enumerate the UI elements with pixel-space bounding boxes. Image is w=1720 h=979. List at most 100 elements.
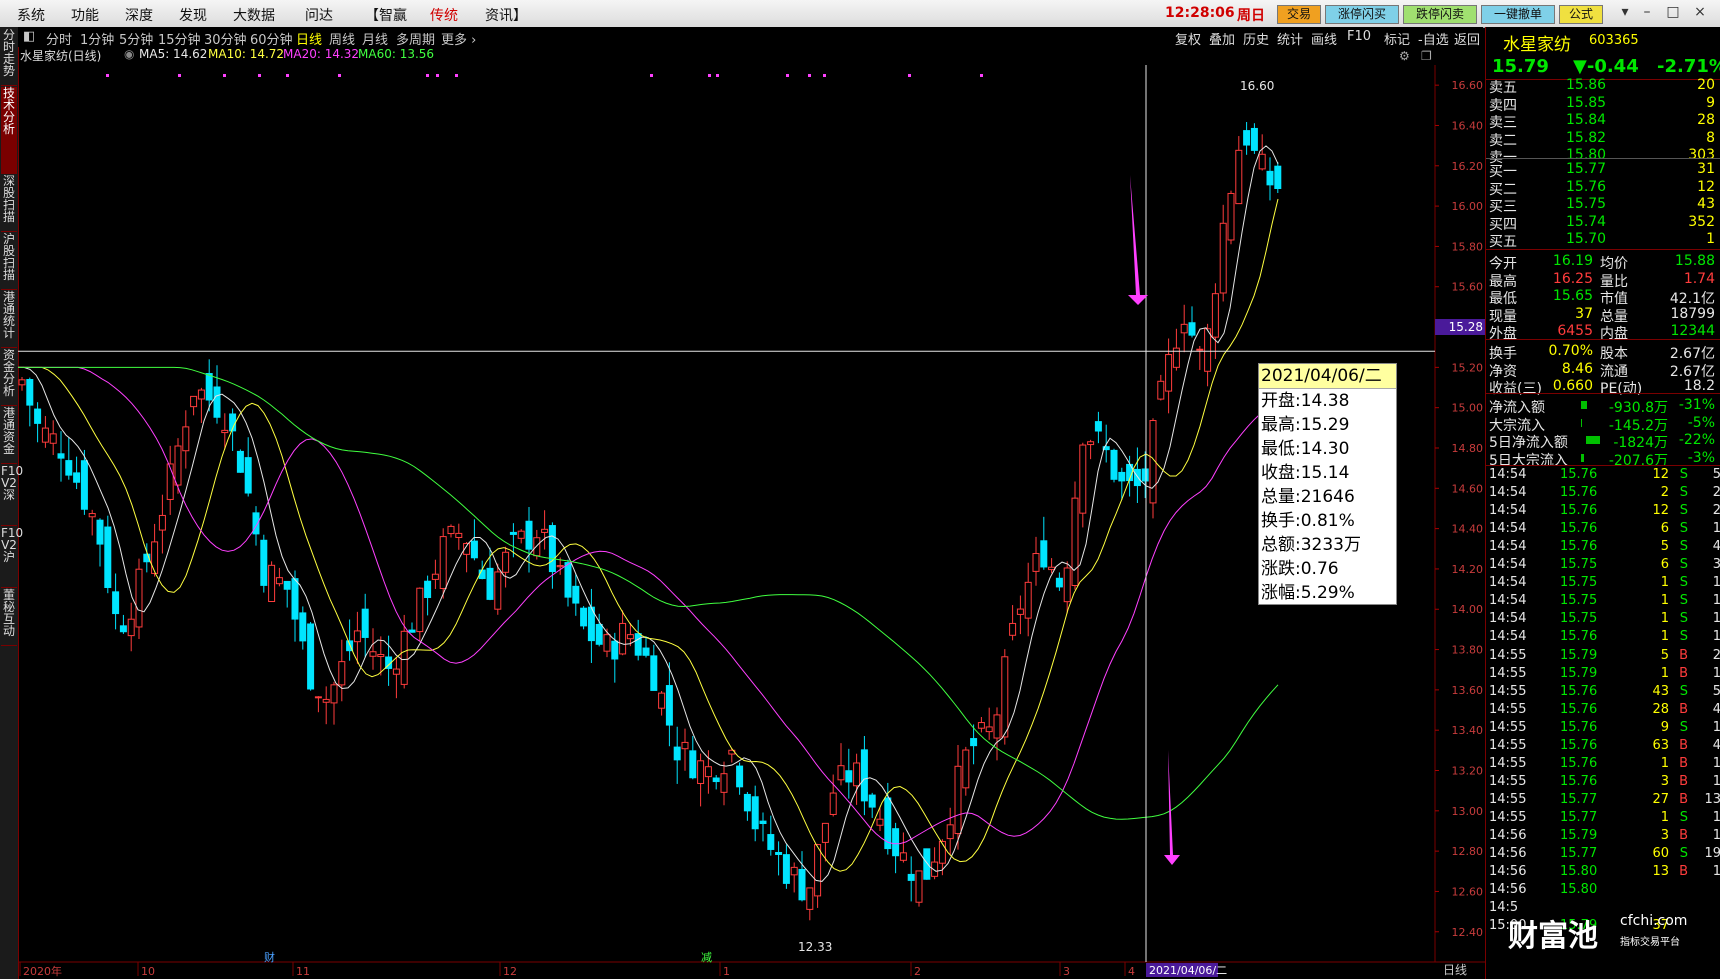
tick-row: 14:56 15.80 bbox=[1489, 882, 1720, 900]
candle-body bbox=[619, 622, 627, 655]
tick-volume: 6 bbox=[1660, 521, 1669, 537]
menu-traditional[interactable]: 传统 bbox=[430, 5, 458, 25]
y-tick-label: 16.00 bbox=[1452, 200, 1484, 213]
tick-side: S bbox=[1679, 629, 1688, 645]
tick-side: B bbox=[1679, 665, 1688, 681]
tick-volume: 9 bbox=[1660, 719, 1669, 735]
chart-title: 水星家纺(日线) bbox=[20, 49, 102, 63]
tool-overlay[interactable]: 叠加 bbox=[1209, 29, 1235, 48]
period-daily[interactable]: 日线 bbox=[296, 29, 322, 48]
candle-body bbox=[1032, 553, 1040, 572]
period-multi[interactable]: 多周期 bbox=[396, 29, 435, 48]
tick-row: 14:55 15.77 1 S 1 bbox=[1489, 810, 1720, 828]
signal-dot bbox=[908, 74, 911, 77]
trade-button[interactable]: 交易 bbox=[1277, 5, 1321, 24]
tool-watchlist[interactable]: -自选 bbox=[1418, 29, 1449, 48]
ma60-value: MA60: 13.56 bbox=[358, 47, 435, 61]
menu-arrow-icon[interactable]: ▾ bbox=[1618, 4, 1632, 20]
signal-dot bbox=[823, 74, 826, 77]
tab-sz-scan[interactable]: 深股扫描 bbox=[1, 175, 17, 232]
candle-body bbox=[868, 794, 876, 808]
settings-icon[interactable]: ◉ bbox=[124, 47, 134, 61]
maximize-icon[interactable]: □ bbox=[1666, 4, 1680, 20]
tab-fund-analysis[interactable]: 资金分析 bbox=[1, 349, 17, 406]
menu-discover[interactable]: 发现 bbox=[179, 5, 207, 25]
cancel-all-button[interactable]: 一键撤单 bbox=[1481, 5, 1555, 24]
tick-time: 14:54 bbox=[1489, 521, 1527, 537]
tool-back[interactable]: 返回 bbox=[1454, 29, 1480, 48]
tool-adjust[interactable]: 复权 bbox=[1175, 29, 1201, 48]
tab-f10-sh[interactable]: F10 V2沪 bbox=[1, 527, 23, 588]
tab-hk-stats[interactable]: 港通统计 bbox=[1, 291, 17, 348]
candle-body bbox=[743, 793, 751, 812]
menu-zhiying[interactable]: 【智赢 bbox=[365, 5, 407, 25]
candle-body bbox=[80, 460, 88, 510]
tick-row: 14:56 15.79 3 B 1 bbox=[1489, 828, 1720, 846]
tool-history[interactable]: 历史 bbox=[1243, 29, 1269, 48]
period-1min[interactable]: 1分钟 bbox=[80, 29, 114, 48]
panel-toggle-icon[interactable]: ◧ bbox=[23, 29, 35, 44]
period-15min[interactable]: 15分钟 bbox=[158, 29, 201, 48]
formula-button[interactable]: 公式 bbox=[1559, 5, 1603, 24]
period-monthly[interactable]: 月线 bbox=[362, 29, 388, 48]
last-price: 15.79 bbox=[1492, 56, 1549, 77]
period-60min[interactable]: 60分钟 bbox=[250, 29, 293, 48]
period-5min[interactable]: 5分钟 bbox=[119, 29, 153, 48]
menu-wenda[interactable]: 问达 bbox=[305, 5, 333, 25]
chart-settings-icon[interactable]: ⚙ bbox=[1399, 49, 1410, 63]
menu-function[interactable]: 功能 bbox=[71, 5, 99, 25]
tool-stats[interactable]: 统计 bbox=[1277, 29, 1303, 48]
tick-time: 14:56 bbox=[1489, 828, 1527, 843]
period-more[interactable]: 更多 › bbox=[441, 29, 476, 48]
watermark-url: cfchi.com bbox=[1620, 913, 1688, 929]
period-30min[interactable]: 30分钟 bbox=[204, 29, 247, 48]
candle-body bbox=[221, 429, 229, 434]
close-icon[interactable]: × bbox=[1693, 4, 1707, 20]
tick-volume: 63 bbox=[1652, 737, 1669, 753]
tool-mark[interactable]: 标记 bbox=[1384, 29, 1410, 48]
tick-volume: 1 bbox=[1660, 665, 1669, 681]
tick-time: 14:55 bbox=[1489, 665, 1527, 681]
stat-value: 12344 bbox=[1670, 323, 1715, 339]
candle-body bbox=[829, 792, 837, 815]
menu-bigdata[interactable]: 大数据 bbox=[233, 5, 275, 25]
tab-intraday[interactable]: 分时走势 bbox=[1, 29, 17, 86]
menu-news[interactable]: 资讯】 bbox=[485, 5, 527, 25]
signal-dot bbox=[436, 74, 439, 77]
tab-f10-sz[interactable]: F10 V2深 bbox=[1, 465, 23, 526]
tab-hk-funds[interactable]: 港通资金 bbox=[1, 407, 17, 464]
period-weekly[interactable]: 周线 bbox=[329, 29, 355, 48]
tool-draw[interactable]: 画线 bbox=[1311, 29, 1337, 48]
signal-dot bbox=[286, 74, 289, 77]
limit-up-buy-button[interactable]: 涨停闪买 bbox=[1325, 5, 1399, 24]
tick-time: 14:55 bbox=[1489, 647, 1527, 663]
candle-body bbox=[1063, 567, 1071, 603]
candle-body bbox=[197, 389, 205, 400]
candle-body bbox=[806, 887, 814, 910]
candle-body bbox=[899, 852, 907, 861]
period-intraday[interactable]: 分时 bbox=[46, 29, 72, 48]
candle-body bbox=[634, 633, 642, 656]
x-tick-label: 11 bbox=[296, 965, 310, 978]
tick-price: 15.75 bbox=[1560, 575, 1598, 591]
candle-body bbox=[18, 379, 26, 386]
ma10-value: MA10: 14.72 bbox=[208, 47, 285, 61]
candle-body bbox=[1110, 449, 1118, 480]
tick-price: 15.76 bbox=[1560, 503, 1598, 519]
bid-row: 买一 15.77 31 bbox=[1489, 161, 1718, 180]
candle-body bbox=[595, 623, 603, 645]
menu-system[interactable]: 系统 bbox=[17, 5, 45, 25]
tab-secretary[interactable]: 董秘互动 bbox=[1, 589, 17, 646]
candle-body bbox=[876, 818, 884, 826]
candle-body bbox=[1001, 656, 1009, 738]
ask-volume: 9 bbox=[1706, 94, 1715, 111]
menu-depth[interactable]: 深度 bbox=[125, 5, 153, 25]
tab-technical[interactable]: 技术分析 bbox=[1, 87, 17, 174]
minimize-icon[interactable]: – bbox=[1640, 4, 1654, 20]
chart-restore-icon[interactable]: ❐ bbox=[1421, 49, 1432, 63]
candle-body bbox=[260, 539, 268, 586]
cursor-date-label: 2021/04/06/二 bbox=[1149, 964, 1227, 977]
tab-sh-scan[interactable]: 沪股扫描 bbox=[1, 233, 17, 290]
limit-down-sell-button[interactable]: 跌停闪卖 bbox=[1403, 5, 1477, 24]
tool-f10[interactable]: F10 bbox=[1347, 29, 1371, 44]
